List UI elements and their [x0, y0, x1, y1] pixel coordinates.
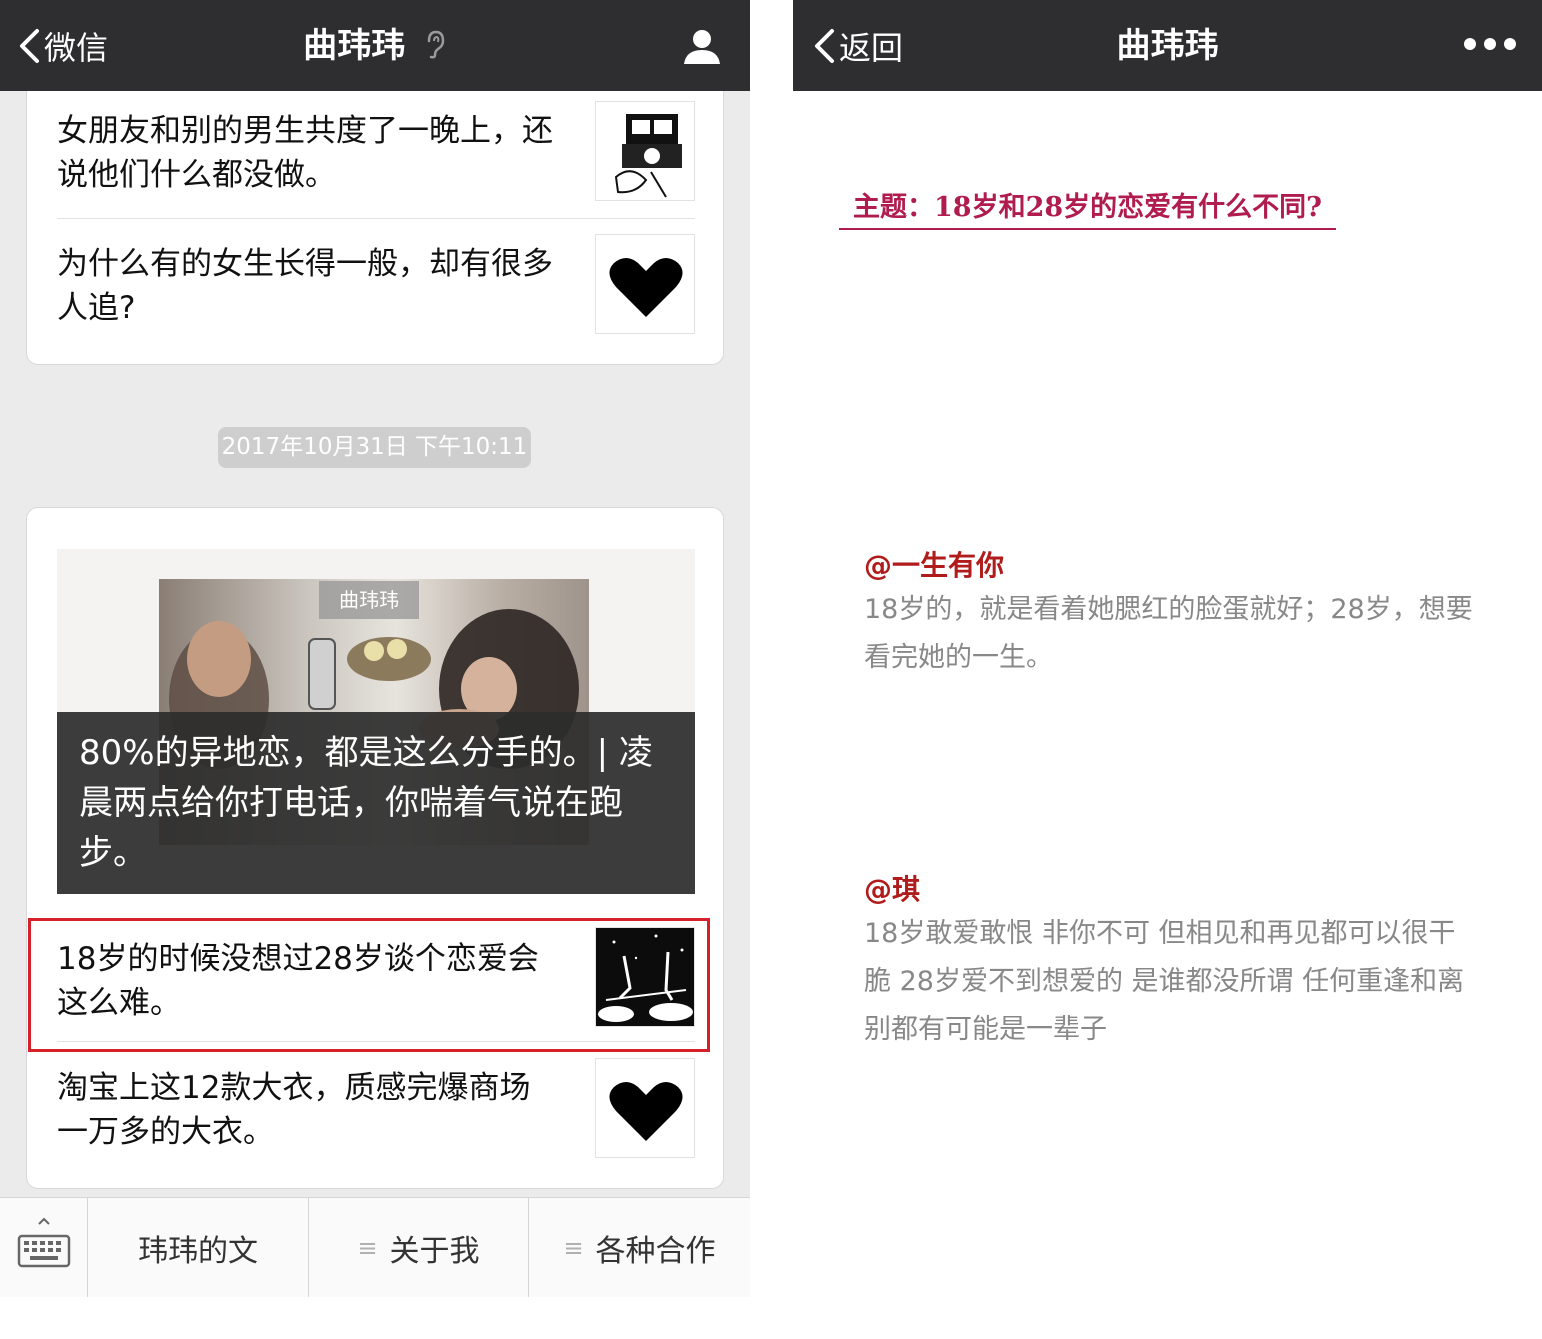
keyboard-icon: [17, 1217, 71, 1268]
bottom-menu-bar: 玮玮的文 ≡ 关于我 ≡ 各种合作: [0, 1197, 750, 1297]
page-title: 曲玮玮: [1116, 26, 1219, 66]
watermark: 曲玮玮: [319, 581, 419, 619]
article-row[interactable]: 淘宝上这12款大衣，质感完爆商场一万多的大衣。: [57, 1058, 695, 1168]
comment-text: 18岁敢爱敢恨 非你不可 但相见和再见都可以很干脆 28岁爱不到想爱的 是谁都没…: [864, 918, 1465, 1045]
top-navbar: 返回 曲玮玮: [793, 0, 1542, 91]
highlight-box: [28, 918, 710, 1052]
comment-handle: @一生有你: [864, 549, 1005, 582]
comment-handle: @琪: [864, 873, 921, 906]
menu-item-cooperation[interactable]: ≡ 各种合作: [529, 1198, 750, 1297]
menu-item-label: 关于我: [389, 1234, 480, 1269]
menu-item-label: 各种合作: [595, 1234, 716, 1269]
person-icon: [684, 30, 720, 64]
cover-article[interactable]: 曲玮玮 80%的异地恋，都是这么分手的。| 凌晨两点给你打电话，你喘着气说在跑步…: [57, 549, 695, 894]
article-title: 女朋友和别的男生共度了一晚上，还说他们什么都没做。: [57, 113, 553, 193]
account-name: 曲玮玮: [303, 26, 406, 66]
profile-button[interactable]: [682, 26, 722, 70]
menu-item-articles[interactable]: 玮玮的文: [88, 1198, 309, 1297]
submenu-icon: ≡: [357, 1234, 378, 1262]
right-screen: 返回 曲玮玮 主题：18岁和28岁的恋爱有什么不同? @一生有你 18岁的，就是…: [793, 0, 1542, 1297]
article-topic: 主题：18岁和28岁的恋爱有什么不同?: [839, 190, 1336, 230]
article-card-previous: 女朋友和别的男生共度了一晚上，还说他们什么都没做。 为什么有的女生长得一般，却有…: [26, 78, 724, 365]
article-title: 淘宝上这12款大衣，质感完爆商场一万多的大衣。: [57, 1070, 531, 1150]
heart-icon: [609, 258, 683, 317]
divider: [57, 218, 695, 219]
keyboard-toggle-button[interactable]: [0, 1198, 88, 1297]
page-title: 曲玮玮: [0, 24, 750, 68]
article-row[interactable]: 女朋友和别的男生共度了一晚上，还说他们什么都没做。: [57, 101, 695, 211]
menu-item-about[interactable]: ≡ 关于我: [309, 1198, 529, 1297]
more-dot-icon: [1484, 38, 1496, 50]
left-screen: 女朋友和别的男生共度了一晚上，还说他们什么都没做。 为什么有的女生长得一般，却有…: [0, 0, 750, 1297]
article-thumbnail: [595, 1058, 695, 1158]
more-options-button[interactable]: [1464, 38, 1516, 50]
submenu-icon: ≡: [563, 1234, 584, 1262]
cover-title: 80%的异地恋，都是这么分手的。| 凌晨两点给你打电话，你喘着气说在跑步。: [57, 712, 695, 894]
more-dot-icon: [1464, 38, 1476, 50]
ear-icon: [425, 26, 447, 70]
more-dot-icon: [1504, 38, 1516, 50]
article-thumbnail: [595, 101, 695, 201]
article-card-latest: 曲玮玮 80%的异地恋，都是这么分手的。| 凌晨两点给你打电话，你喘着气说在跑步…: [26, 507, 724, 1189]
top-navbar: 微信 曲玮玮: [0, 0, 750, 91]
comment-text: 18岁的，就是看着她腮红的脸蛋就好；28岁，想要看完她的一生。: [864, 594, 1473, 673]
article-title: 为什么有的女生长得一般，却有很多人追?: [57, 246, 553, 326]
menu-item-label: 玮玮的文: [138, 1234, 258, 1269]
camera-illustration-icon: [596, 102, 694, 200]
article-row[interactable]: 为什么有的女生长得一般，却有很多人追?: [57, 234, 695, 344]
heart-icon: [609, 1082, 683, 1141]
message-timestamp: 2017年10月31日 下午10:11: [218, 427, 531, 468]
article-thumbnail: [595, 234, 695, 334]
